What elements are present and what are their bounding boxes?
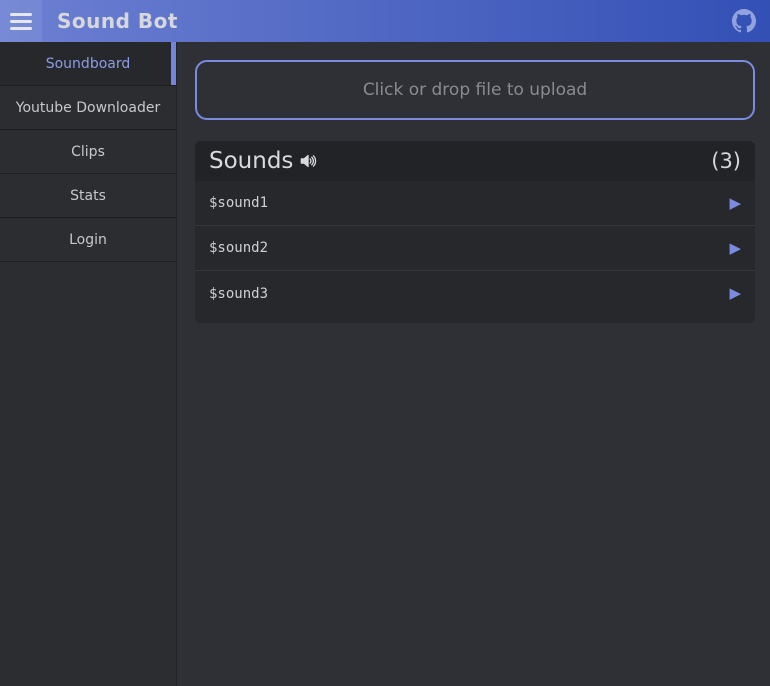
- sidebar-item-login[interactable]: Login: [0, 218, 176, 262]
- sound-row: $sound1 ▶: [195, 181, 755, 226]
- sidebar-item-clips[interactable]: Clips: [0, 130, 176, 174]
- play-button[interactable]: ▶: [729, 286, 741, 301]
- sidebar-item-label: Stats: [70, 188, 106, 204]
- sounds-panel: Sounds (3) $sound1 ▶ $sound2 ▶: [195, 141, 755, 323]
- sidebar-item-label: Youtube Downloader: [16, 100, 160, 116]
- sound-name: $sound2: [209, 240, 268, 256]
- hamburger-icon: [10, 13, 32, 16]
- speaker-icon: [298, 151, 318, 171]
- github-link[interactable]: [731, 8, 757, 34]
- app-title: Sound Bot: [57, 9, 178, 33]
- sound-name: $sound1: [209, 195, 268, 211]
- sidebar-item-label: Login: [69, 232, 107, 248]
- file-upload-dropzone[interactable]: Click or drop file to upload: [195, 60, 755, 120]
- sidebar-item-label: Soundboard: [46, 56, 131, 72]
- upload-label: Click or drop file to upload: [363, 80, 587, 100]
- sidebar-item-soundboard[interactable]: Soundboard: [0, 42, 176, 86]
- sidebar: Soundboard Youtube Downloader Clips Stat…: [0, 42, 177, 686]
- sounds-title: Sounds: [209, 148, 293, 174]
- layout: Soundboard Youtube Downloader Clips Stat…: [0, 42, 770, 686]
- sound-row: $sound2 ▶: [195, 226, 755, 271]
- sidebar-item-stats[interactable]: Stats: [0, 174, 176, 218]
- hamburger-menu-button[interactable]: [0, 0, 42, 42]
- play-button[interactable]: ▶: [729, 241, 741, 256]
- sounds-panel-header: Sounds (3): [195, 141, 755, 181]
- sound-row: $sound3 ▶: [195, 271, 755, 316]
- sounds-count: (3): [711, 149, 741, 173]
- top-bar: Sound Bot: [0, 0, 770, 42]
- sidebar-item-label: Clips: [71, 144, 105, 160]
- github-icon: [732, 9, 756, 33]
- main-content: Click or drop file to upload Sounds (3) …: [177, 42, 770, 686]
- sound-name: $sound3: [209, 286, 268, 302]
- sidebar-item-youtube-downloader[interactable]: Youtube Downloader: [0, 86, 176, 130]
- play-button[interactable]: ▶: [729, 196, 741, 211]
